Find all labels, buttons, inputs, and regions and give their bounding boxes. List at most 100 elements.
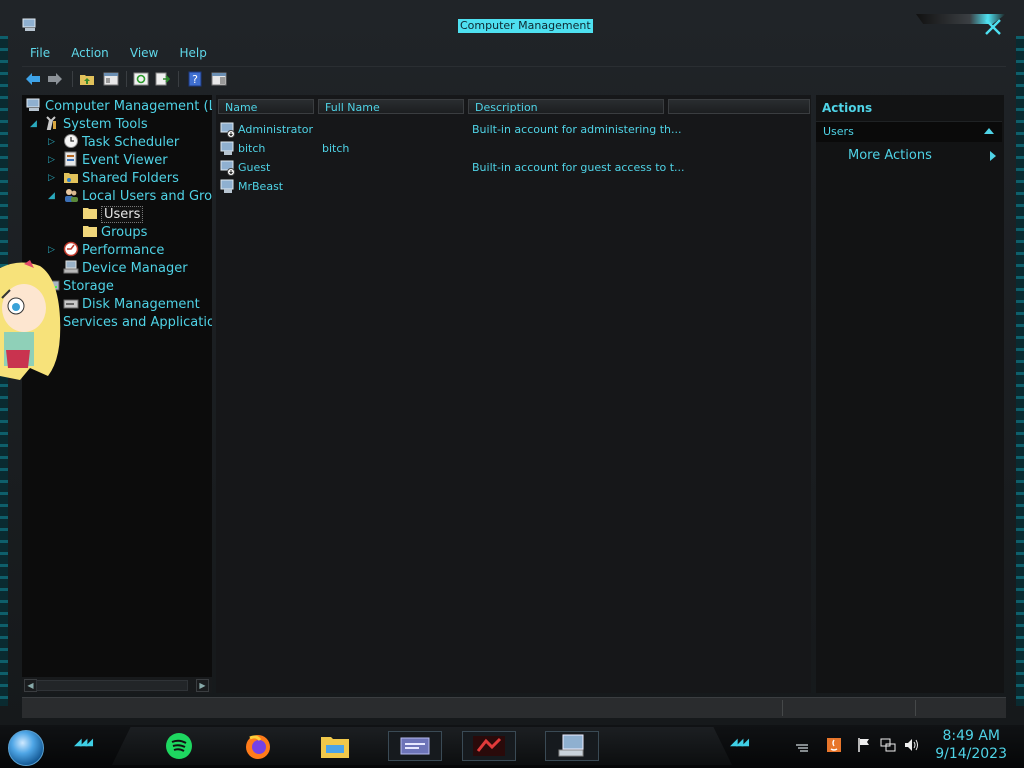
tools-icon [46,116,56,130]
actions-section-users[interactable]: Users [816,121,1002,142]
taskbar-game-button[interactable] [462,731,516,761]
window-icon [400,737,430,755]
tree-horizontal-scrollbar[interactable]: ◀ ▶ [22,677,212,693]
console-tree[interactable]: Computer Management (Loc ◢ System Tools … [22,95,212,693]
tree-label: Performance [82,243,165,258]
cell-name: Administrator [238,123,313,136]
window-frame: Computer Management File Action View Hel… [0,0,1024,725]
actions-pane: Actions Users More Actions [816,95,1004,693]
menu-help[interactable]: Help [171,43,214,61]
cell-name: bitch [238,142,266,155]
folder-icon [83,226,97,237]
refresh-icon [133,72,149,86]
tree-item-groups[interactable]: Groups [82,223,147,241]
tree-item-event-viewer[interactable]: Event Viewer [63,151,168,169]
scroll-right-arrow-icon[interactable]: ▶ [196,679,209,692]
more-actions-link[interactable]: More Actions [848,148,932,163]
cell-description: Built-in account for administering th... [472,123,682,136]
taskbar-decor-chevrons: ◢◢◢ [730,737,749,748]
show-hide-tree-button[interactable] [102,70,120,88]
export-icon [155,72,171,86]
start-button[interactable] [8,730,44,766]
game-icon [473,736,505,756]
close-icon[interactable] [982,16,1004,38]
back-button[interactable] [24,70,42,88]
table-row[interactable]: Administrator Built-in account for admin… [220,120,810,139]
taskbar-computer-management-button[interactable] [545,731,599,761]
expand-icon[interactable]: ▷ [48,241,55,259]
collapse-icon[interactable]: ◢ [30,115,37,133]
status-divider [915,700,916,716]
action-center-flag-icon[interactable] [856,737,872,753]
disk-icon [63,299,79,309]
export-list-button[interactable] [154,70,172,88]
title-bar[interactable]: Computer Management [0,10,1024,40]
menu-view[interactable]: View [122,43,166,61]
notification-area-chevron-icon[interactable] [794,737,810,753]
up-folder-button[interactable] [78,70,96,88]
taskbar-explorer-button[interactable] [320,731,350,761]
tree-item-disk-management[interactable]: Disk Management [63,295,200,313]
clock-date[interactable]: 9/14/2023 [935,746,1007,762]
action-pane-icon [211,72,227,86]
actions-section-label: Users [823,125,854,138]
scroll-thumb[interactable] [36,680,188,691]
computer-management-icon [26,98,40,111]
expand-icon[interactable]: ▷ [48,133,55,151]
column-header-name[interactable]: Name [218,99,314,114]
taskbar-window-button[interactable] [388,731,442,761]
users-list-pane[interactable]: Name Full Name Description Administrator… [216,95,811,693]
folder-up-icon [80,75,94,85]
collapse-icon[interactable]: ◢ [48,187,55,205]
spotify-icon [166,733,192,759]
toolbar-separator [72,71,73,87]
column-header-blank[interactable] [668,99,810,114]
refresh-button[interactable] [132,70,150,88]
tree-item-device-manager[interactable]: Device Manager [63,259,188,277]
user-icon [220,122,235,138]
column-header-description[interactable]: Description [468,99,664,114]
user-icon [220,160,235,176]
status-divider [782,700,783,716]
expand-icon[interactable]: ▷ [48,169,55,187]
mascot-character-image [0,260,61,380]
expand-icon[interactable]: ▷ [48,151,55,169]
status-bar [22,697,1006,718]
taskbar-firefox-button[interactable] [243,731,273,761]
device-manager-icon [63,260,79,274]
chevron-right-icon[interactable] [990,151,996,161]
tree-item-task-scheduler[interactable]: Task Scheduler [63,133,179,151]
volume-icon[interactable] [904,737,920,753]
column-header-full-name[interactable]: Full Name [318,99,464,114]
table-row[interactable]: MrBeast [220,177,810,196]
forward-button[interactable] [46,70,64,88]
collapse-up-icon[interactable] [984,128,994,134]
performance-icon [63,241,79,257]
taskbar-decor-chevrons: ◢◢◢ [74,737,93,748]
tree-label: Shared Folders [82,171,179,186]
tree-item-system-tools[interactable]: System Tools [44,115,148,133]
tree-item-users[interactable]: Users [82,205,144,223]
java-icon[interactable] [826,737,842,753]
tree-item-local-users-groups[interactable]: Local Users and Grou [63,187,212,205]
menu-bar: File Action View Help [22,42,215,62]
clock-time[interactable]: 8:49 AM [942,728,1000,744]
tree-item-computer-management[interactable]: Computer Management (Loc [26,97,212,115]
frame-decor-right [1016,36,1024,706]
show-hide-action-pane-button[interactable] [210,70,228,88]
computer-management-icon [22,18,36,31]
tree-item-shared-folders[interactable]: Shared Folders [63,169,179,187]
folder-icon [83,208,97,219]
table-row[interactable]: Guest Built-in account for guest access … [220,158,810,177]
network-icon[interactable] [880,737,896,753]
toolbar: ? [22,66,1006,91]
tree-item-performance[interactable]: Performance [63,241,164,259]
menu-file[interactable]: File [22,43,58,61]
help-button[interactable]: ? [186,70,204,88]
taskbar-spotify-button[interactable] [164,731,194,761]
tree-item-services-applications[interactable]: Services and Application: [44,313,212,331]
event-viewer-icon [64,151,77,167]
menu-action[interactable]: Action [63,43,117,61]
table-row[interactable]: bitch bitch [220,139,810,158]
arrow-left-icon [26,73,40,85]
